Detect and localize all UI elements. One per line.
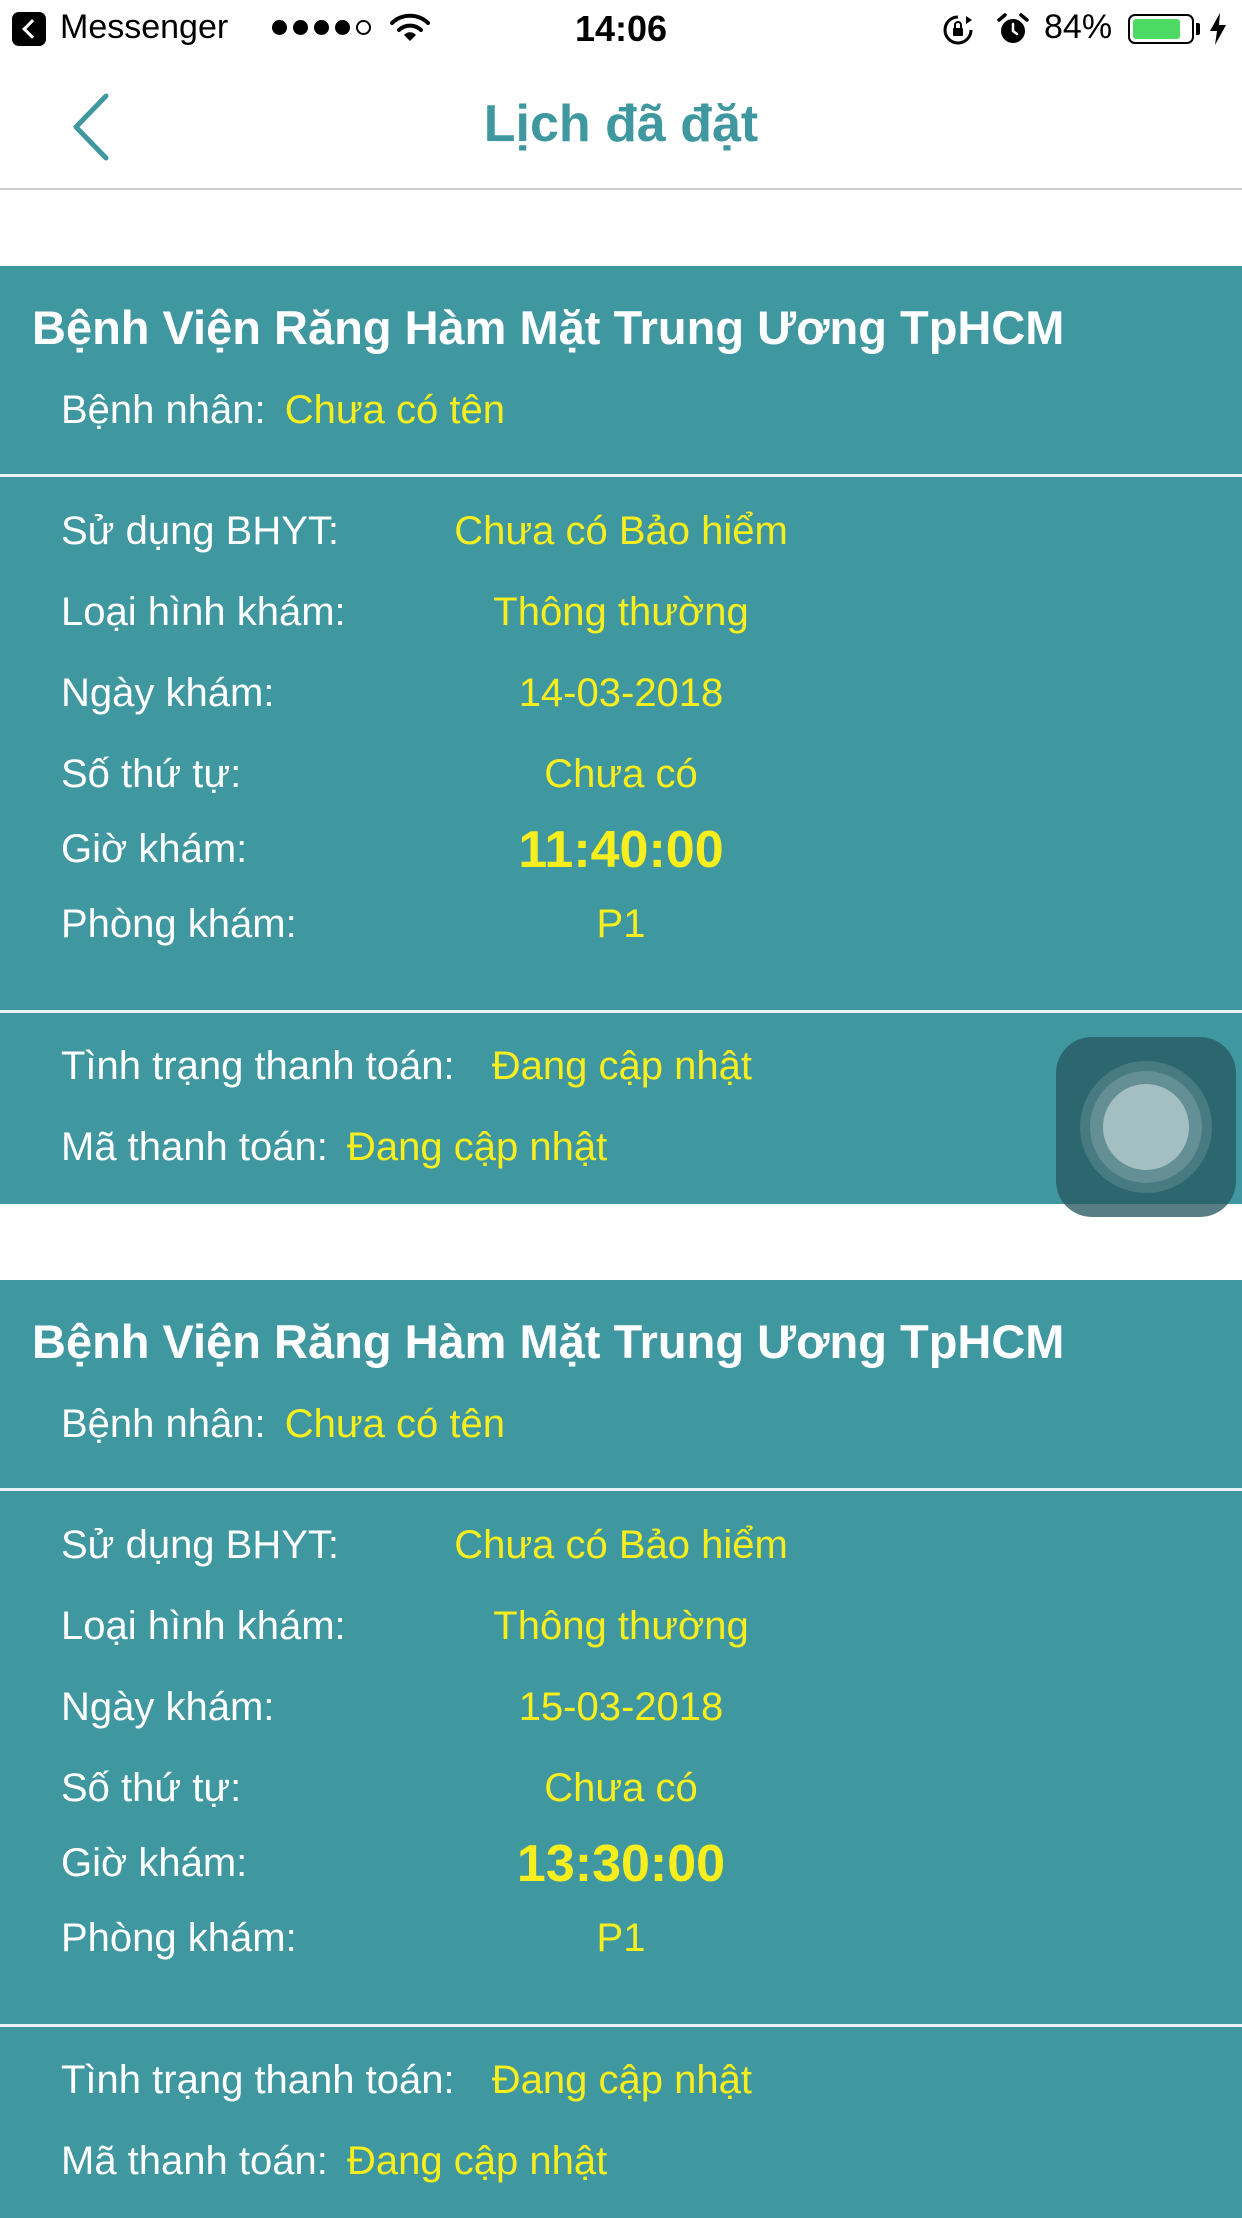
patient-value: Chưa có tên xyxy=(284,1402,505,1446)
battery-tip xyxy=(1196,23,1200,35)
exam-time-label: Giờ khám: xyxy=(61,1841,248,1885)
alarm-icon xyxy=(997,13,1029,43)
payment-status-value: Đang cập nhật xyxy=(491,1044,752,1088)
battery-level xyxy=(1133,19,1180,39)
payment-code-label: Mã thanh toán: xyxy=(61,1125,328,1169)
payment-status-label: Tình trạng thanh toán: xyxy=(61,2058,455,2102)
payment-code-value: Đang cập nhật xyxy=(346,1125,608,1169)
clinic-room-label: Phòng khám: xyxy=(61,902,297,946)
divider xyxy=(0,1488,1242,1491)
booking-card[interactable]: Bệnh Viện Răng Hàm Mặt Trung Ương TpHCM … xyxy=(0,266,1242,1204)
charging-bolt-icon xyxy=(1210,13,1226,45)
exam-time-label: Giờ khám: xyxy=(61,827,248,871)
payment-code-row: Mã thanh toán: Đang cập nhật xyxy=(61,2139,607,2184)
divider xyxy=(0,2024,1242,2027)
page-title: Lịch đã đặt xyxy=(483,95,759,153)
hospital-name: Bệnh Viện Răng Hàm Mặt Trung Ương TpHCM xyxy=(32,1315,1065,1368)
patient-value: Chưa có tên xyxy=(284,388,505,432)
exam-date-value: 15-03-2018 xyxy=(518,1685,724,1729)
patient-label: Bệnh nhân: xyxy=(61,1402,266,1446)
payment-status-row: Tình trạng thanh toán: Đang cập nhật xyxy=(61,2058,752,2103)
exam-time-value: 11:40:00 xyxy=(518,821,724,879)
clinic-room-label: Phòng khám: xyxy=(61,1916,297,1960)
queue-number-value: Chưa có xyxy=(544,752,698,796)
insurance-value: Chưa có Bảo hiểm xyxy=(454,1523,788,1567)
payment-status-value: Đang cập nhật xyxy=(491,2058,752,2102)
battery-icon xyxy=(1128,14,1194,44)
clinic-room-value: P1 xyxy=(596,902,646,946)
exam-date-value: 14-03-2018 xyxy=(518,671,724,715)
exam-date-label: Ngày khám: xyxy=(61,671,275,715)
patient-row: Bệnh nhân: Chưa có tên xyxy=(61,388,505,433)
insurance-value: Chưa có Bảo hiểm xyxy=(454,509,788,553)
clinic-room-value: P1 xyxy=(596,1916,646,1960)
insurance-label: Sử dụng BHYT: xyxy=(61,509,340,553)
payment-code-label: Mã thanh toán: xyxy=(61,2139,328,2183)
exam-type-label: Loại hình khám: xyxy=(61,590,346,634)
queue-number-label: Số thứ tự: xyxy=(61,752,242,796)
battery-percent: 84% xyxy=(1044,8,1113,46)
payment-status-row: Tình trạng thanh toán: Đang cập nhật xyxy=(61,1044,752,1089)
status-bar: Messenger 14:06 84% xyxy=(0,0,1242,60)
patient-label: Bệnh nhân: xyxy=(61,388,266,432)
navigation-bar: Lịch đã đặt xyxy=(0,60,1242,190)
assistive-touch-icon xyxy=(1103,1084,1189,1170)
payment-code-value: Đang cập nhật xyxy=(346,2139,608,2183)
queue-number-value: Chưa có xyxy=(544,1766,698,1810)
exam-type-value: Thông thường xyxy=(493,1604,749,1648)
patient-row: Bệnh nhân: Chưa có tên xyxy=(61,1402,505,1447)
queue-number-label: Số thứ tự: xyxy=(61,1766,242,1810)
assistive-touch-button[interactable] xyxy=(1056,1037,1236,1217)
exam-date-label: Ngày khám: xyxy=(61,1685,275,1729)
payment-status-label: Tình trạng thanh toán: xyxy=(61,1044,455,1088)
insurance-label: Sử dụng BHYT: xyxy=(61,1523,340,1567)
divider xyxy=(0,1010,1242,1013)
divider xyxy=(0,474,1242,477)
exam-type-label: Loại hình khám: xyxy=(61,1604,346,1648)
hospital-name: Bệnh Viện Răng Hàm Mặt Trung Ương TpHCM xyxy=(32,301,1065,354)
booking-card[interactable]: Bệnh Viện Răng Hàm Mặt Trung Ương TpHCM … xyxy=(0,1280,1242,2218)
payment-code-row: Mã thanh toán: Đang cập nhật xyxy=(61,1125,607,1170)
exam-time-value: 13:30:00 xyxy=(516,1835,726,1893)
exam-type-value: Thông thường xyxy=(493,590,749,634)
rotation-lock-icon xyxy=(943,15,973,45)
